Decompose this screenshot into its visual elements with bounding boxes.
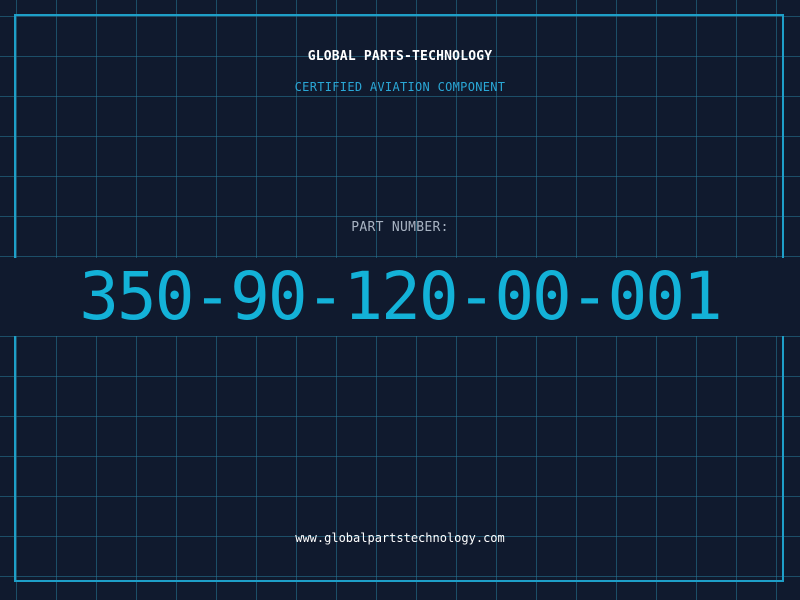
part-number-value: 350-90-120-00-001 xyxy=(79,258,723,335)
company-name: GLOBAL PARTS-TECHNOLOGY xyxy=(307,49,493,64)
part-number-label: PART NUMBER: xyxy=(351,220,449,235)
website-url: www.globalpartstechnology.com xyxy=(295,531,505,545)
certification-subtitle: CERTIFIED AVIATION COMPONENT xyxy=(294,80,506,94)
